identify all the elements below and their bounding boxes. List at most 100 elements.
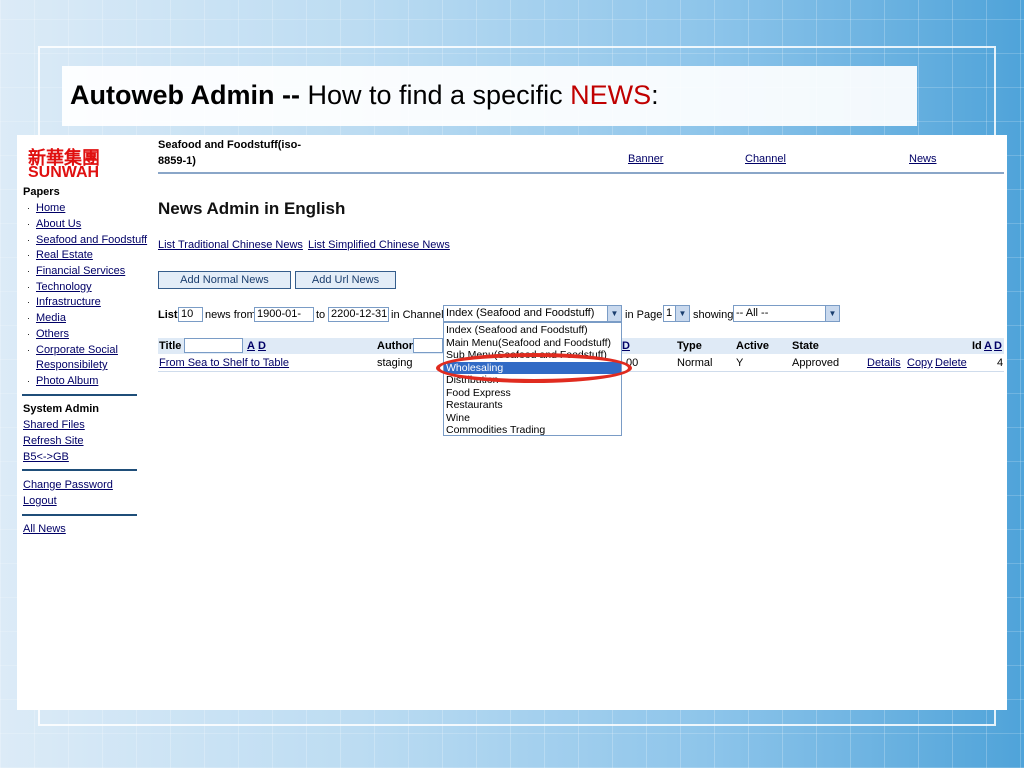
copy-link[interactable]: Copy bbox=[907, 357, 933, 369]
showing-label: showing bbox=[693, 309, 734, 321]
channel-option-food-express[interactable]: Food Express bbox=[444, 387, 621, 400]
sidebar-item-shared-files[interactable]: Shared Files bbox=[23, 419, 85, 431]
admin-screenshot: 新華集團 SUNWAH Papers · Home · About Us · S… bbox=[17, 135, 1007, 710]
chevron-down-icon[interactable]: ▼ bbox=[675, 306, 689, 321]
sidebar-item-others[interactable]: Others bbox=[36, 328, 69, 340]
date-from-input[interactable]: 1900-01-01 bbox=[254, 307, 314, 322]
sidebar-item-seafood[interactable]: Seafood and Foodstuff bbox=[36, 234, 147, 246]
site-title: Seafood and Foodstuff(iso- 8859-1) bbox=[158, 137, 301, 169]
bullet-icon: · bbox=[27, 235, 30, 245]
chevron-down-icon[interactable]: ▼ bbox=[825, 306, 839, 321]
details-link[interactable]: Details bbox=[867, 357, 901, 369]
list-traditional-link[interactable]: List Traditional Chinese News bbox=[158, 239, 303, 251]
add-url-news-button[interactable]: Add Url News bbox=[295, 271, 396, 289]
slide-title: Autoweb Admin -- How to find a specific … bbox=[70, 80, 659, 111]
title-search-input[interactable] bbox=[184, 338, 243, 353]
author-search-input[interactable] bbox=[413, 338, 443, 353]
sidebar-item-b5-gb[interactable]: B5<->GB bbox=[23, 451, 69, 463]
news-id: 4 bbox=[997, 357, 1004, 369]
sidebar-divider bbox=[22, 394, 137, 396]
sidebar-item-financial[interactable]: Financial Services bbox=[36, 265, 125, 277]
sidebar-item-home[interactable]: Home bbox=[36, 202, 65, 214]
sidebar-item-about-us[interactable]: About Us bbox=[36, 218, 81, 230]
news-from-label: news from bbox=[205, 309, 256, 321]
add-normal-news-button[interactable]: Add Normal News bbox=[158, 271, 291, 289]
channel-select[interactable]: Index (Seafood and Foodstuff) ▼ bbox=[443, 305, 622, 322]
col-active: Active bbox=[736, 340, 770, 352]
bullet-icon: · bbox=[27, 329, 30, 339]
col-id: Id bbox=[972, 340, 982, 352]
sort-id-asc[interactable]: A bbox=[984, 340, 992, 352]
col-title: Title bbox=[159, 340, 182, 352]
page-select-value: 1 bbox=[666, 307, 673, 319]
list-simplified-link[interactable]: List Simplified Chinese News bbox=[308, 239, 450, 251]
bullet-icon: · bbox=[27, 345, 30, 355]
highlight-ellipse bbox=[436, 353, 632, 383]
showing-select[interactable]: -- All -- ▼ bbox=[733, 305, 840, 322]
chevron-down-icon[interactable]: ▼ bbox=[607, 306, 621, 321]
bullet-icon: · bbox=[27, 203, 30, 213]
news-active: Y bbox=[736, 357, 744, 369]
slide-title-tail: : bbox=[651, 80, 659, 110]
sidebar-item-change-password[interactable]: Change Password bbox=[23, 479, 113, 491]
sidebar-item-photo-album[interactable]: Photo Album bbox=[36, 375, 98, 387]
site-title-line2: 8859-1) bbox=[158, 155, 196, 167]
sidebar-item-csr[interactable]: Corporate Social bbox=[36, 344, 118, 356]
site-title-line1: Seafood and Foodstuff(iso- bbox=[158, 139, 301, 151]
bullet-icon: · bbox=[27, 266, 30, 276]
news-title-link[interactable]: From Sea to Shelf to Table bbox=[159, 357, 289, 369]
channel-option-main-menu[interactable]: Main Menu(Seafood and Foodstuff) bbox=[444, 337, 621, 350]
nav-channel-link[interactable]: Channel bbox=[745, 153, 786, 165]
sidebar-system-heading: System Admin bbox=[23, 403, 100, 415]
channel-select-value: Index (Seafood and Foodstuff) bbox=[446, 307, 595, 319]
sort-title-desc[interactable]: D bbox=[258, 340, 266, 352]
sidebar-item-all-news[interactable]: All News bbox=[23, 523, 66, 535]
sidebar-item-real-estate[interactable]: Real Estate bbox=[36, 249, 93, 261]
page-select[interactable]: 1 ▼ bbox=[663, 305, 690, 322]
channel-option-restaurants[interactable]: Restaurants bbox=[444, 399, 621, 412]
channel-option-index[interactable]: Index (Seafood and Foodstuff) bbox=[444, 324, 621, 337]
news-author: staging bbox=[377, 357, 413, 369]
sort-title-asc[interactable]: A bbox=[247, 340, 255, 352]
sidebar-divider bbox=[22, 514, 137, 516]
in-channel-label: in Channel bbox=[391, 309, 444, 321]
sidebar-item-refresh-site[interactable]: Refresh Site bbox=[23, 435, 84, 447]
header-divider bbox=[158, 172, 1004, 174]
col-type: Type bbox=[677, 340, 702, 352]
sidebar-divider bbox=[22, 469, 137, 471]
slide-title-bold: Autoweb Admin -- bbox=[70, 80, 300, 110]
showing-select-value: -- All -- bbox=[736, 307, 769, 319]
nav-banner-link[interactable]: Banner bbox=[628, 153, 663, 165]
channel-option-commodities[interactable]: Commodities Trading bbox=[444, 424, 621, 437]
bullet-icon: · bbox=[27, 250, 30, 260]
channel-option-wine[interactable]: Wine bbox=[444, 412, 621, 425]
bullet-icon: · bbox=[27, 282, 30, 292]
slide-title-rest: How to find a specific bbox=[299, 80, 571, 110]
sidebar-item-logout[interactable]: Logout bbox=[23, 495, 57, 507]
bullet-icon: · bbox=[27, 313, 30, 323]
sidebar-item-media[interactable]: Media bbox=[36, 312, 66, 324]
sidebar-item-csr-line2[interactable]: Responsibilety bbox=[36, 359, 108, 371]
date-to-input[interactable]: 2200-12-31 bbox=[328, 307, 389, 322]
sidebar-papers-heading: Papers bbox=[23, 186, 60, 198]
list-count-input[interactable]: 10 bbox=[178, 307, 203, 322]
bullet-icon: · bbox=[27, 297, 30, 307]
sidebar-item-technology[interactable]: Technology bbox=[36, 281, 92, 293]
bullet-icon: · bbox=[27, 376, 30, 386]
col-author: Author bbox=[377, 340, 414, 352]
delete-link[interactable]: Delete bbox=[935, 357, 967, 369]
slide-title-highlight: NEWS bbox=[570, 80, 652, 110]
news-state: Approved bbox=[792, 357, 840, 369]
sidebar-item-infrastructure[interactable]: Infrastructure bbox=[36, 296, 101, 308]
news-type: Normal bbox=[677, 357, 713, 369]
nav-news-link[interactable]: News bbox=[909, 153, 937, 165]
in-page-label: in Page bbox=[625, 309, 663, 321]
logo-english: SUNWAH bbox=[28, 164, 100, 181]
page-heading: News Admin in English bbox=[158, 199, 346, 218]
to-label: to bbox=[316, 309, 326, 321]
col-state: State bbox=[792, 340, 819, 352]
bullet-icon: · bbox=[27, 219, 30, 229]
sort-id-desc[interactable]: D bbox=[994, 340, 1002, 352]
list-label: List bbox=[158, 309, 178, 321]
sort-date-desc[interactable]: D bbox=[622, 340, 630, 352]
